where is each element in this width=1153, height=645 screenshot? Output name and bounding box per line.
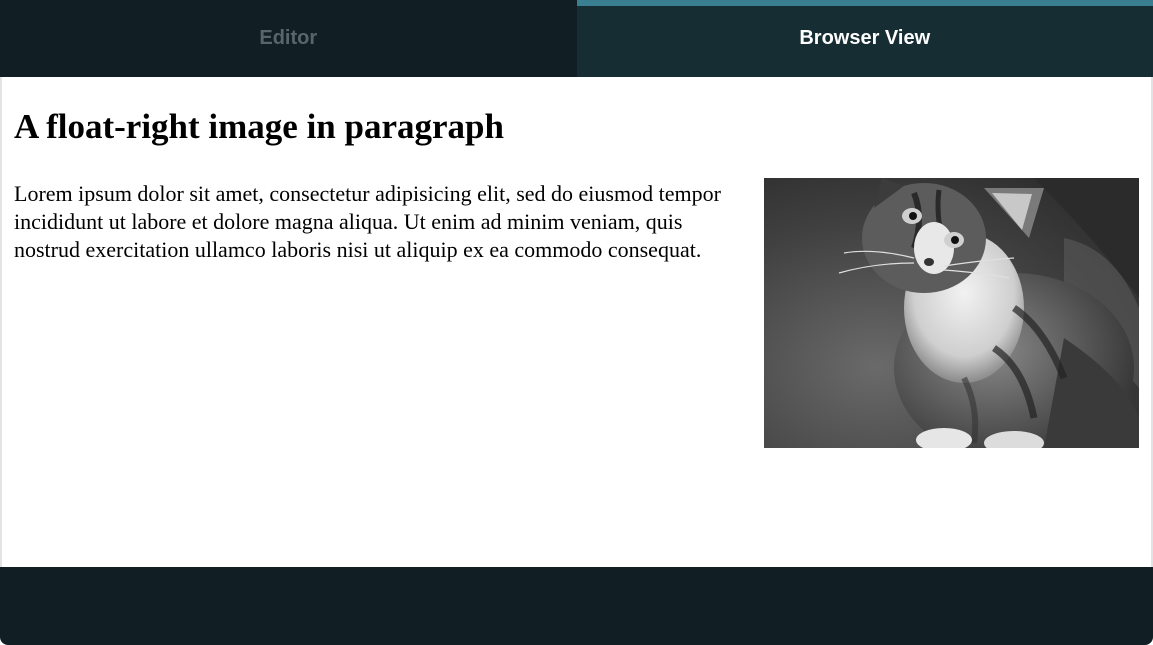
- page-content: Lorem ipsum dolor sit amet, consectetur …: [14, 178, 1139, 448]
- footer-bar: [0, 567, 1153, 645]
- tab-bar: Editor Browser View: [0, 0, 1153, 77]
- tab-browser-view-label: Browser View: [799, 27, 931, 49]
- tab-editor-label: Editor: [259, 27, 318, 49]
- tab-editor[interactable]: Editor: [0, 0, 577, 77]
- kitten-image: [764, 178, 1139, 448]
- tab-browser-view[interactable]: Browser View: [576, 0, 1153, 77]
- page-title: A float-right image in paragraph: [14, 107, 504, 146]
- browser-view-pane: A float-right image in paragraph Lorem i…: [0, 77, 1153, 567]
- rendered-page: A float-right image in paragraph Lorem i…: [2, 107, 1151, 448]
